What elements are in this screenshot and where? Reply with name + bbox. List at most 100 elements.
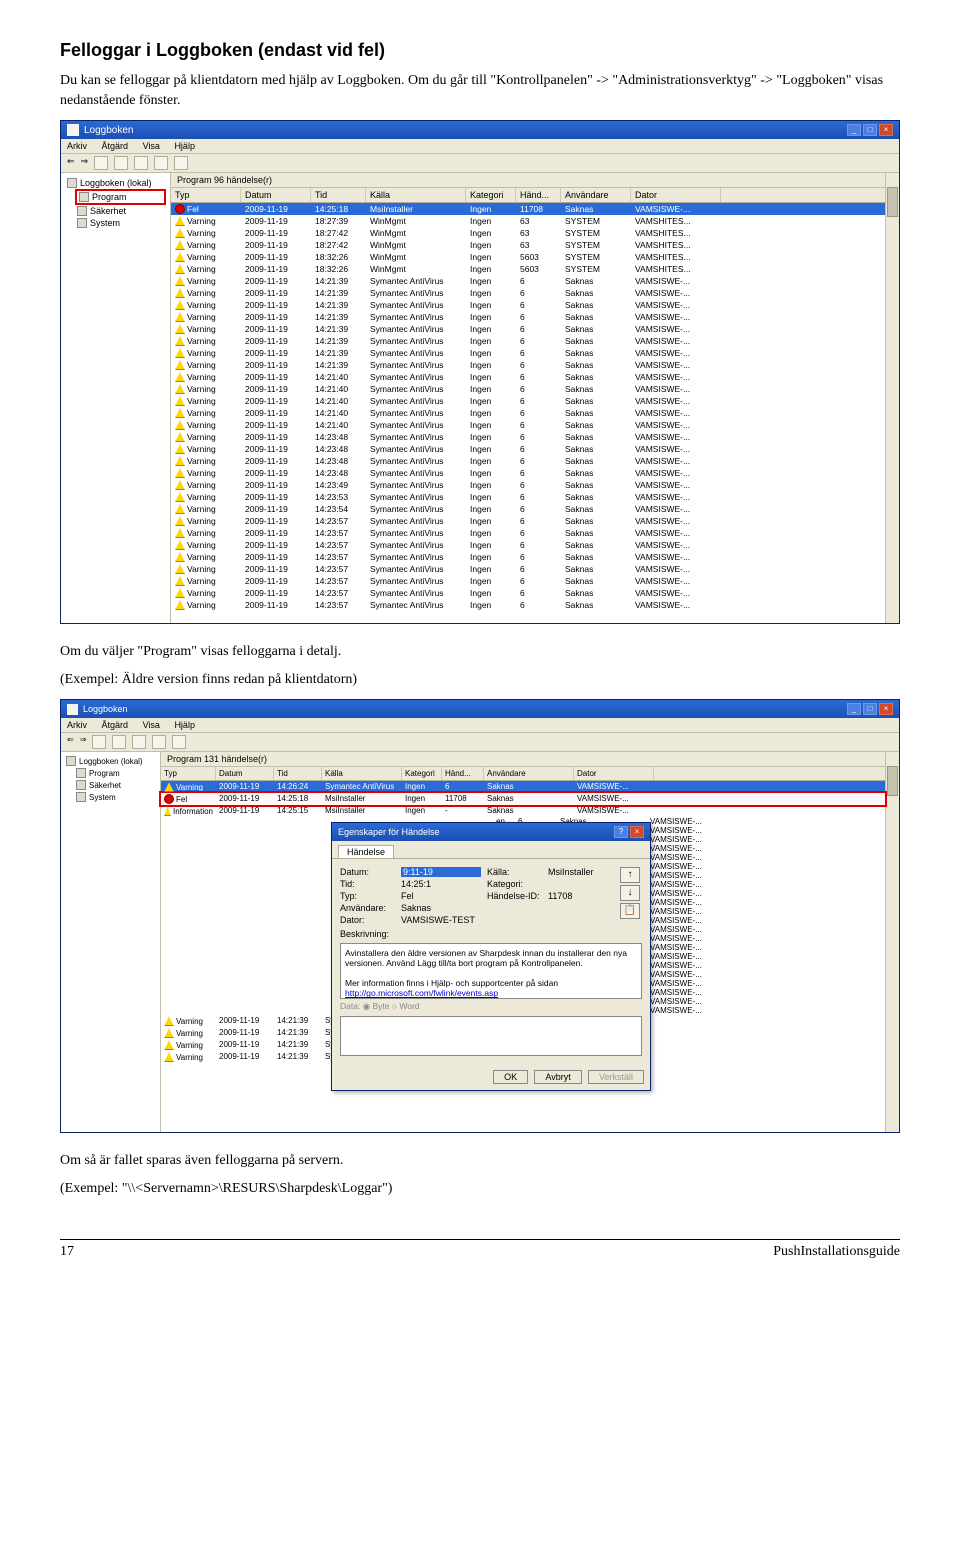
- ok-button[interactable]: OK: [493, 1070, 528, 1084]
- table-row[interactable]: Varning2009-11-1918:27:39WinMgmtIngen63S…: [171, 215, 885, 227]
- column-header[interactable]: Kategori: [466, 188, 516, 202]
- desc-link[interactable]: http://go.microsoft.com/fwlink/events.as…: [345, 988, 498, 998]
- apply-button[interactable]: Verkställ: [588, 1070, 644, 1084]
- tree-root[interactable]: Loggboken (lokal): [64, 755, 157, 767]
- toolbar-icon[interactable]: [134, 156, 148, 170]
- table-row[interactable]: Varning2009-11-1914:21:40Symantec AntiVi…: [171, 419, 885, 431]
- table-row[interactable]: Varning2009-11-1914:21:39Symantec AntiVi…: [171, 287, 885, 299]
- column-header[interactable]: Händ...: [442, 767, 484, 780]
- column-header[interactable]: Typ: [161, 767, 216, 780]
- scrollbar[interactable]: [885, 173, 899, 623]
- scrollbar[interactable]: [885, 752, 899, 1132]
- menu-arkiv[interactable]: Arkiv: [67, 720, 87, 730]
- table-row[interactable]: Varning2009-11-1914:23:48Symantec AntiVi…: [171, 455, 885, 467]
- menu-visa[interactable]: Visa: [143, 720, 160, 730]
- column-header[interactable]: Dator: [631, 188, 721, 202]
- table-row[interactable]: Varning2009-11-1914:21:39Symantec AntiVi…: [171, 311, 885, 323]
- table-row[interactable]: Varning2009-11-1914:23:48Symantec AntiVi…: [171, 443, 885, 455]
- toolbar-icon[interactable]: [114, 156, 128, 170]
- table-row[interactable]: Varning2009-11-1914:23:48Symantec AntiVi…: [171, 431, 885, 443]
- menu-atgard[interactable]: Åtgärd: [102, 141, 129, 151]
- minimize-icon[interactable]: _: [847, 124, 861, 136]
- nav-back-icon[interactable]: ⇐: [67, 156, 75, 170]
- scroll-thumb[interactable]: [887, 766, 898, 796]
- table-row[interactable]: Varning2009-11-1914:21:39Symantec AntiVi…: [171, 299, 885, 311]
- column-header[interactable]: Källa: [322, 767, 402, 780]
- dialog-help-icon[interactable]: ?: [614, 826, 628, 838]
- column-header[interactable]: Användare: [484, 767, 574, 780]
- tree-item-security[interactable]: Säkerhet: [75, 205, 166, 217]
- table-row[interactable]: Varning2009-11-1914:23:57Symantec AntiVi…: [171, 551, 885, 563]
- table-row[interactable]: Varning2009-11-1914:21:39Symantec AntiVi…: [171, 275, 885, 287]
- table-row[interactable]: Varning2009-11-1918:27:42WinMgmtIngen63S…: [171, 227, 885, 239]
- window-titlebar[interactable]: Loggboken _ □ ×: [61, 121, 899, 139]
- maximize-icon[interactable]: □: [863, 703, 877, 715]
- table-row[interactable]: Varning2009-11-1914:21:40Symantec AntiVi…: [171, 383, 885, 395]
- dialog-close-icon[interactable]: ×: [630, 826, 644, 838]
- tree-item-system[interactable]: System: [74, 791, 157, 803]
- minimize-icon[interactable]: _: [847, 703, 861, 715]
- table-row[interactable]: Varning2009-11-1914:26:24Symantec AntiVi…: [161, 781, 885, 793]
- toolbar-icon[interactable]: [154, 156, 168, 170]
- toolbar-icon[interactable]: [112, 735, 126, 749]
- column-header[interactable]: Dator: [574, 767, 654, 780]
- nav-fwd-icon[interactable]: ⇒: [81, 156, 89, 170]
- column-header[interactable]: Källa: [366, 188, 466, 202]
- column-header[interactable]: Händ...: [516, 188, 561, 202]
- menu-hjalp[interactable]: Hjälp: [174, 141, 195, 151]
- table-row[interactable]: Varning2009-11-1914:23:57Symantec AntiVi…: [171, 599, 885, 611]
- table-row[interactable]: Varning2009-11-1914:23:57Symantec AntiVi…: [171, 563, 885, 575]
- radio-byte[interactable]: ◉ Byte: [363, 1001, 390, 1011]
- cancel-button[interactable]: Avbryt: [534, 1070, 581, 1084]
- column-header[interactable]: Användare: [561, 188, 631, 202]
- column-header[interactable]: Kategori: [402, 767, 442, 780]
- toolbar-icon[interactable]: [94, 156, 108, 170]
- table-row[interactable]: Varning2009-11-1914:21:39Symantec AntiVi…: [171, 359, 885, 371]
- menu-visa[interactable]: Visa: [143, 141, 160, 151]
- column-header[interactable]: Datum: [241, 188, 311, 202]
- menu-arkiv[interactable]: Arkiv: [67, 141, 87, 151]
- dialog-titlebar[interactable]: Egenskaper för Händelse ? ×: [332, 823, 650, 841]
- menu-atgard[interactable]: Åtgärd: [102, 720, 129, 730]
- nav-back-icon[interactable]: ⇐: [67, 735, 74, 749]
- close-icon[interactable]: ×: [879, 703, 893, 715]
- column-header[interactable]: Datum: [216, 767, 274, 780]
- window-titlebar[interactable]: Loggboken _ □ ×: [61, 700, 899, 718]
- nav-fwd-icon[interactable]: ⇒: [80, 735, 87, 749]
- table-row[interactable]: Varning2009-11-1918:32:26WinMgmtIngen560…: [171, 251, 885, 263]
- tree-item-system[interactable]: System: [75, 217, 166, 229]
- table-row[interactable]: Varning2009-11-1914:21:39Symantec AntiVi…: [171, 323, 885, 335]
- table-row[interactable]: Varning2009-11-1914:23:54Symantec AntiVi…: [171, 503, 885, 515]
- radio-word[interactable]: ○ Word: [392, 1001, 420, 1011]
- table-row[interactable]: Fel2009-11-1914:25:18MsiInstallerIngen11…: [171, 203, 885, 215]
- table-row[interactable]: Varning2009-11-1914:21:40Symantec AntiVi…: [171, 407, 885, 419]
- toolbar-icon[interactable]: [152, 735, 166, 749]
- table-row[interactable]: Information2009-11-1914:25:15MsiInstalle…: [161, 805, 885, 817]
- table-row[interactable]: Varning2009-11-1914:21:39Symantec AntiVi…: [171, 335, 885, 347]
- toolbar-icon[interactable]: [172, 735, 186, 749]
- tree-item-program[interactable]: Program: [74, 767, 157, 779]
- tree-root[interactable]: Loggboken (lokal): [65, 177, 166, 189]
- toolbar-icon[interactable]: [132, 735, 146, 749]
- table-row[interactable]: Varning2009-11-1918:27:42WinMgmtIngen63S…: [171, 239, 885, 251]
- tree-item-program[interactable]: Program: [75, 189, 166, 205]
- tab-handelse[interactable]: Händelse: [338, 845, 394, 858]
- table-row[interactable]: Fel2009-11-1914:25:18MsiInstallerIngen11…: [161, 793, 885, 805]
- table-row[interactable]: Varning2009-11-1914:23:57Symantec AntiVi…: [171, 539, 885, 551]
- table-row[interactable]: Varning2009-11-1914:23:53Symantec AntiVi…: [171, 491, 885, 503]
- maximize-icon[interactable]: □: [863, 124, 877, 136]
- menu-hjalp[interactable]: Hjälp: [174, 720, 195, 730]
- table-row[interactable]: Varning2009-11-1914:23:57Symantec AntiVi…: [171, 515, 885, 527]
- table-row[interactable]: Varning2009-11-1918:32:26WinMgmtIngen560…: [171, 263, 885, 275]
- table-row[interactable]: Varning2009-11-1914:23:48Symantec AntiVi…: [171, 467, 885, 479]
- column-header[interactable]: Tid: [274, 767, 322, 780]
- table-row[interactable]: Varning2009-11-1914:23:57Symantec AntiVi…: [171, 575, 885, 587]
- scroll-thumb[interactable]: [887, 187, 898, 217]
- close-icon[interactable]: ×: [879, 124, 893, 136]
- table-row[interactable]: Varning2009-11-1914:23:49Symantec AntiVi…: [171, 479, 885, 491]
- column-header[interactable]: Typ: [171, 188, 241, 202]
- toolbar-icon[interactable]: [174, 156, 188, 170]
- table-row[interactable]: Varning2009-11-1914:23:57Symantec AntiVi…: [171, 587, 885, 599]
- toolbar-icon[interactable]: [92, 735, 106, 749]
- table-row[interactable]: Varning2009-11-1914:23:57Symantec AntiVi…: [171, 527, 885, 539]
